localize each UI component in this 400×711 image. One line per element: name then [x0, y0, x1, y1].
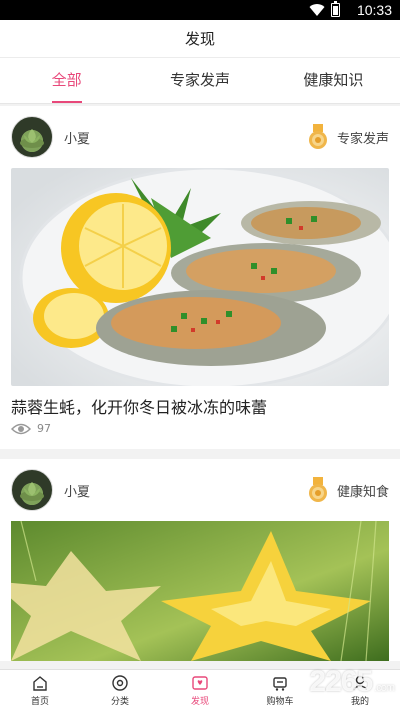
- cart-icon: [273, 677, 287, 691]
- tab-bar: 全部 专家发声 健康知识: [0, 58, 400, 104]
- avatar[interactable]: [11, 116, 53, 158]
- battery-icon: [331, 1, 340, 17]
- nav-category[interactable]: 分类: [80, 670, 160, 711]
- home-icon: [33, 676, 47, 691]
- author-name[interactable]: 小夏: [64, 481, 90, 500]
- nav-cart[interactable]: 购物车: [240, 670, 320, 711]
- discover-icon: [192, 676, 208, 690]
- nav-discover[interactable]: 发现: [160, 670, 240, 711]
- succulent-icon: [20, 482, 44, 501]
- card-header: 小夏 健康知食: [11, 459, 389, 521]
- status-icons: [309, 1, 340, 17]
- oyster-photo: [11, 168, 389, 386]
- article-image[interactable]: [11, 168, 389, 386]
- status-time: 10:33: [356, 2, 392, 18]
- tab-health-knowledge[interactable]: 健康知识: [267, 58, 400, 103]
- nav-home[interactable]: 首页: [0, 670, 80, 711]
- eye-icon: [11, 423, 31, 434]
- succulent-icon: [20, 129, 44, 148]
- tab-expert-voice[interactable]: 专家发声: [133, 58, 266, 103]
- status-bar: 10:33: [0, 0, 400, 20]
- starfruit-photo: [11, 521, 389, 661]
- card-header: 小夏 专家发声: [11, 106, 389, 168]
- watermark-logo: 2265 .com: [309, 665, 395, 698]
- article-title[interactable]: 蒜蓉生蚝，化开你冬日被冰冻的味蕾: [11, 398, 389, 418]
- tag-label: 专家发声: [336, 131, 389, 147]
- feed-card[interactable]: 小夏 专家发声 蒜蓉生蚝，化开你冬日被冰冻的味蕾 97: [0, 106, 400, 449]
- category-tag[interactable]: 专家发声: [307, 124, 389, 150]
- wifi-icon: [309, 4, 325, 17]
- article-image[interactable]: [11, 521, 389, 661]
- medal-icon: [308, 477, 327, 502]
- medal-icon: [308, 124, 327, 149]
- nav-label: 首页: [30, 697, 49, 707]
- page-title: 发现: [0, 20, 400, 58]
- feed-list[interactable]: 小夏 专家发声 蒜蓉生蚝，化开你冬日被冰冻的味蕾 97 小夏 健康知食: [0, 106, 400, 669]
- category-icon: [112, 675, 128, 691]
- nav-label: 发现: [190, 697, 209, 707]
- view-count: 97: [11, 418, 389, 449]
- author-name[interactable]: 小夏: [64, 128, 90, 147]
- nav-label: 分类: [110, 697, 129, 707]
- avatar[interactable]: [11, 469, 53, 511]
- nav-label: 购物车: [266, 697, 294, 707]
- view-count-value: 97: [37, 422, 51, 435]
- feed-card[interactable]: 小夏 健康知食: [0, 459, 400, 661]
- category-tag[interactable]: 健康知食: [307, 477, 389, 503]
- tag-label: 健康知食: [336, 484, 389, 500]
- tab-all[interactable]: 全部: [0, 58, 133, 103]
